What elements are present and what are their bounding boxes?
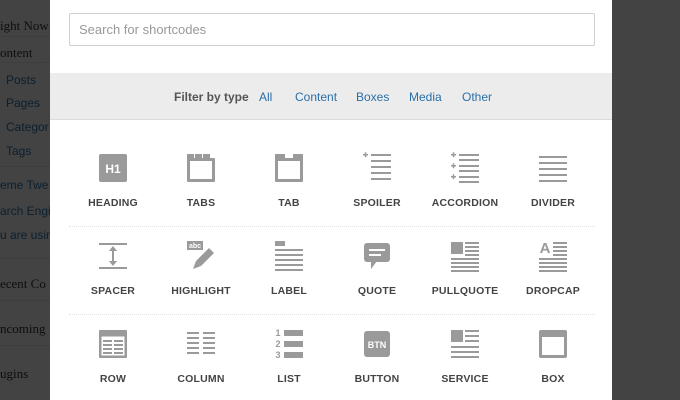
shortcode-spoiler[interactable]: SPOILER: [333, 139, 421, 227]
shortcode-accordion[interactable]: ACCORDION: [421, 139, 509, 227]
column-icon: [187, 332, 215, 354]
spoiler-icon: [363, 152, 391, 180]
shortcode-heading[interactable]: H1 HEADING: [69, 139, 157, 227]
shortcode-row: H1 HEADING TABS TAB SPOILER ACCORDION DIVIDER: [69, 139, 595, 227]
shortcode-label: TABS: [186, 197, 216, 209]
shortcode-label: HIGHLIGHT: [171, 285, 231, 297]
filter-all[interactable]: All: [259, 90, 272, 104]
quote-icon: [364, 243, 390, 269]
shortcode-pullquote[interactable]: PULLQUOTE: [421, 227, 509, 315]
divider-icon: [539, 156, 567, 182]
row-icon: [99, 330, 127, 358]
tab-icon: [275, 154, 303, 182]
filter-media[interactable]: Media: [409, 90, 442, 104]
list-icon: 123: [275, 328, 303, 360]
shortcode-label: COLUMN: [177, 373, 225, 385]
filter-label: Filter by type: [174, 90, 249, 104]
shortcode-label: ROW: [99, 373, 127, 385]
shortcode-button[interactable]: BTN BUTTON: [333, 315, 421, 400]
shortcode-generator-modal: Filter by type All Content Boxes Media O…: [50, 0, 612, 400]
shortcode-service[interactable]: SERVICE: [421, 315, 509, 400]
box-icon: [539, 330, 567, 358]
shortcode-label: ACCORDION: [431, 197, 499, 209]
dropcap-icon: A: [539, 240, 567, 272]
shortcode-spacer[interactable]: SPACER: [69, 227, 157, 315]
shortcode-tabs[interactable]: TABS: [157, 139, 245, 227]
shortcode-row[interactable]: ROW: [69, 315, 157, 400]
shortcode-label: DIVIDER: [531, 197, 575, 209]
spacer-icon: [99, 243, 127, 269]
shortcode-label: TAB: [278, 197, 300, 209]
shortcode-label: QUOTE: [357, 285, 397, 297]
tabs-icon: [187, 154, 215, 182]
pullquote-icon: [451, 242, 479, 272]
button-icon: BTN: [364, 331, 390, 357]
shortcode-label: PULLQUOTE: [431, 285, 499, 297]
shortcode-label: BOX: [541, 373, 565, 385]
shortcode-highlight[interactable]: abc HIGHLIGHT: [157, 227, 245, 315]
heading-icon: H1: [99, 154, 127, 182]
filter-bar: Filter by type All Content Boxes Media O…: [50, 73, 612, 120]
shortcode-label: SPOILER: [353, 197, 401, 209]
shortcode-box[interactable]: BOX: [509, 315, 597, 400]
shortcode-label: BUTTON: [354, 373, 400, 385]
highlight-icon: abc: [187, 241, 214, 269]
svg-text:H1: H1: [105, 162, 121, 176]
accordion-icon: [451, 152, 479, 183]
svg-text:2: 2: [275, 339, 280, 349]
svg-text:1: 1: [275, 328, 280, 338]
shortcode-label: LIST: [277, 373, 301, 385]
filter-content[interactable]: Content: [295, 90, 337, 104]
shortcode-column[interactable]: COLUMN: [157, 315, 245, 400]
search-input[interactable]: [69, 13, 595, 46]
shortcode-label: DROPCAP: [526, 285, 580, 297]
svg-text:A: A: [540, 240, 551, 257]
shortcode-grid: H1 HEADING TABS TAB SPOILER ACCORDION DIVIDER S…: [69, 139, 595, 400]
shortcode-label[interactable]: LABEL: [245, 227, 333, 315]
filter-other[interactable]: Other: [462, 90, 492, 104]
shortcode-label: LABEL: [271, 285, 307, 297]
shortcode-row: SPACER abc HIGHLIGHT LABEL QUOTE PULLQUOTE A DR…: [69, 227, 595, 315]
search-area: [50, 0, 612, 73]
svg-text:3: 3: [275, 350, 280, 360]
shortcode-row: ROW COLUMN 1 2 3 LIST BTN BUTTON SERVICE BOX: [69, 315, 595, 400]
shortcode-dropcap[interactable]: A DROPCAP: [509, 227, 597, 315]
service-icon: [451, 330, 479, 358]
shortcode-tab[interactable]: TAB: [245, 139, 333, 227]
shortcode-divider[interactable]: DIVIDER: [509, 139, 597, 227]
svg-text:BTN: BTN: [368, 340, 387, 350]
shortcode-quote[interactable]: QUOTE: [333, 227, 421, 315]
shortcode-label: SPACER: [90, 285, 136, 297]
svg-text:abc: abc: [189, 243, 201, 250]
shortcode-list[interactable]: 1 2 3 LIST: [245, 315, 333, 400]
shortcode-label: SERVICE: [441, 373, 489, 385]
shortcode-label: HEADING: [88, 197, 138, 209]
label-icon: [275, 241, 303, 271]
filter-boxes[interactable]: Boxes: [356, 90, 389, 104]
